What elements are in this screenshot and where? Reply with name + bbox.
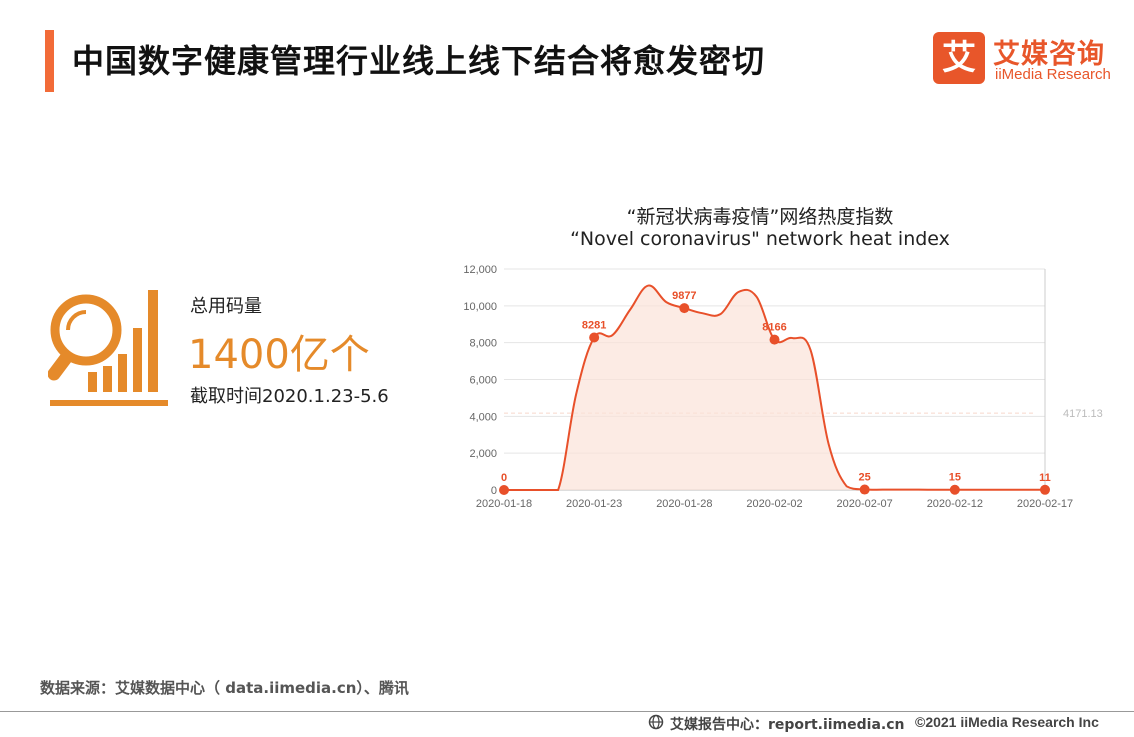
reference-line-label: 4171.13 bbox=[1063, 408, 1103, 420]
data-label: 25 bbox=[859, 472, 871, 484]
data-point bbox=[589, 332, 600, 343]
y-tick-label: 6,000 bbox=[469, 375, 497, 387]
data-label: 0 bbox=[501, 472, 507, 484]
y-tick-label: 4,000 bbox=[469, 411, 497, 423]
x-tick-label: 2020-01-23 bbox=[566, 498, 622, 510]
heat-index-chart: 0 2,000 4,000 6,000 8,000 10,000 12,000 2020-01… bbox=[463, 264, 1103, 510]
data-point bbox=[499, 485, 509, 495]
data-label: 8166 bbox=[762, 322, 786, 334]
x-tick-label: 2020-02-02 bbox=[746, 498, 802, 510]
x-tick-label: 2020-02-17 bbox=[1017, 498, 1073, 510]
x-tick-label: 2020-02-12 bbox=[927, 498, 983, 510]
y-tick-label: 12,000 bbox=[463, 264, 497, 276]
y-tick-label: 10,000 bbox=[463, 301, 497, 313]
footer-divider bbox=[0, 711, 1134, 712]
footer-copyright: ©2021 iiMedia Research Inc bbox=[915, 714, 1099, 730]
y-tick-label: 2,000 bbox=[469, 448, 497, 460]
data-label: 8281 bbox=[582, 319, 606, 331]
footer-report-link[interactable]: 艾媒报告中心：report.iimedia.cn bbox=[670, 714, 905, 734]
globe-icon bbox=[648, 714, 664, 730]
data-point bbox=[859, 484, 870, 495]
data-source: 数据来源：艾媒数据中心（ data.iimedia.cn）、腾讯 bbox=[40, 679, 409, 697]
data-point bbox=[769, 334, 780, 345]
data-label: 11 bbox=[1039, 472, 1051, 484]
data-label: 9877 bbox=[672, 290, 696, 302]
y-tick-label: 0 bbox=[491, 485, 497, 497]
data-point bbox=[949, 484, 960, 495]
x-tick-label: 2020-02-07 bbox=[837, 498, 893, 510]
y-tick-label: 8,000 bbox=[469, 338, 497, 350]
data-label: 15 bbox=[949, 472, 961, 484]
data-point bbox=[1040, 484, 1050, 495]
x-tick-label: 2020-01-18 bbox=[476, 498, 532, 510]
data-point bbox=[679, 303, 690, 314]
series-area bbox=[504, 285, 1045, 490]
x-tick-label: 2020-01-28 bbox=[656, 498, 712, 510]
